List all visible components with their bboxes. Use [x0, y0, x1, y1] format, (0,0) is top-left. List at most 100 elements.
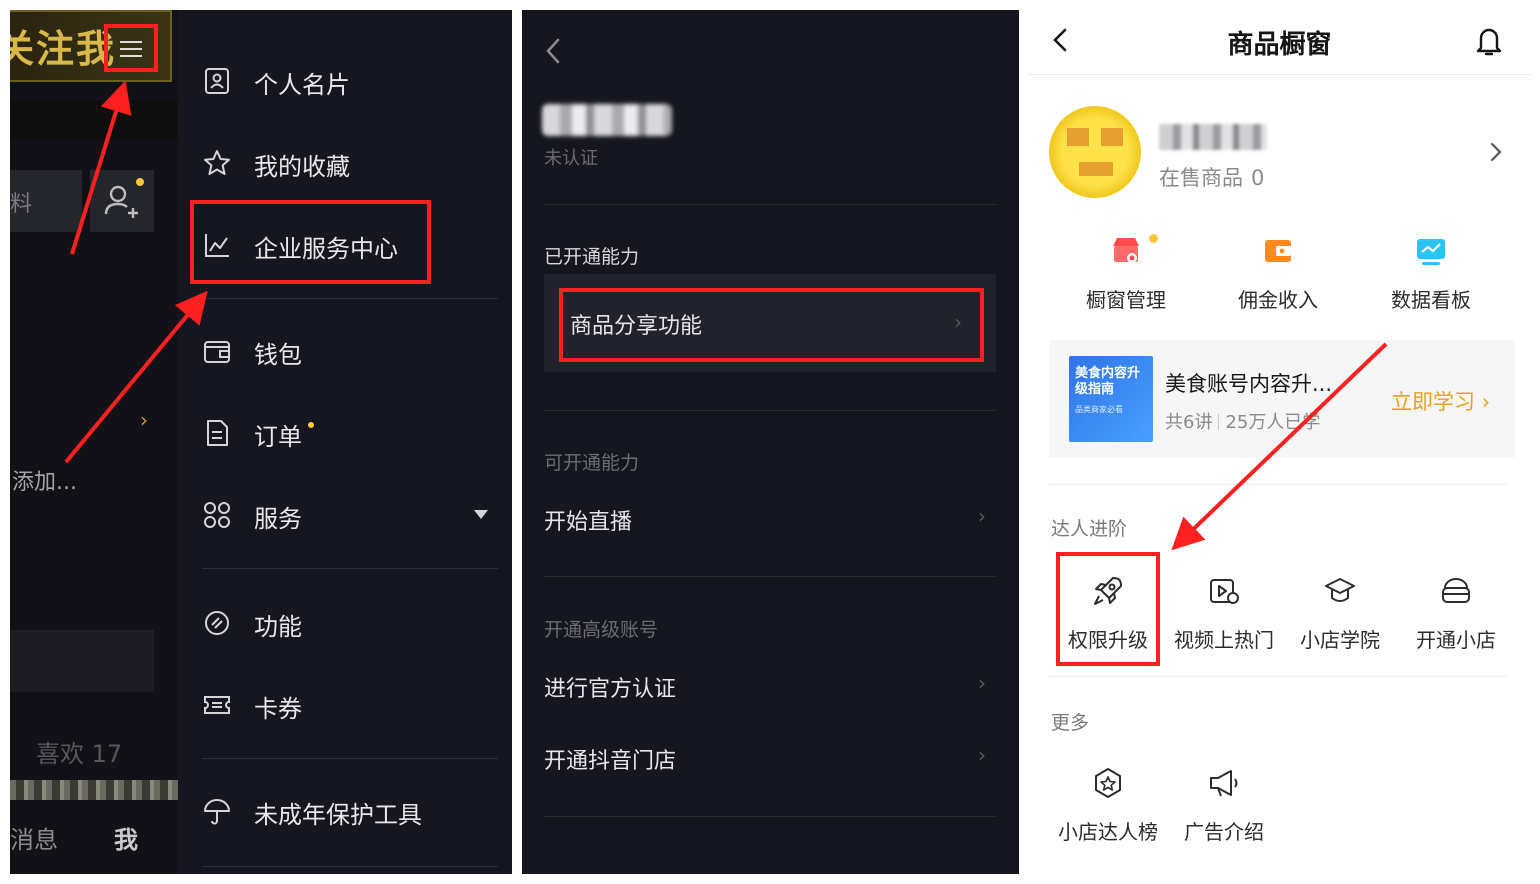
- order-badge-dot: [308, 422, 314, 428]
- add-friend-button[interactable]: [90, 170, 154, 232]
- divider: [202, 866, 498, 867]
- divider: [544, 204, 996, 205]
- blurred-nickname: [1159, 124, 1267, 150]
- order-icon: [207, 420, 228, 446]
- menu-label: 未成年保护工具: [254, 801, 422, 829]
- on-sale-count: 0: [1251, 166, 1265, 190]
- likes-tab[interactable]: 喜欢 17: [36, 734, 122, 769]
- menu-item-orders[interactable]: 订单: [202, 408, 502, 458]
- video-thumbnail-strip: [10, 780, 178, 800]
- section-enabled-abilities: 已开通能力: [544, 246, 640, 268]
- section-available-abilities: 可开通能力: [544, 452, 640, 474]
- avatar-pixel: [1101, 128, 1123, 146]
- feature-label: 小店达人榜: [1058, 820, 1158, 844]
- avatar[interactable]: [1049, 106, 1141, 198]
- section-advance: 达人进阶: [1051, 518, 1128, 540]
- wallet-icon: [204, 341, 230, 363]
- ticket-icon: [204, 696, 230, 714]
- menu-item-coupons[interactable]: 卡券: [202, 680, 502, 730]
- caret-down-icon[interactable]: [474, 510, 488, 519]
- section-more: 更多: [1051, 712, 1090, 734]
- tool-label: 数据看板: [1391, 288, 1471, 312]
- feature-open-store[interactable]: 开通小店: [1398, 574, 1514, 653]
- page-title: 商品橱窗: [1227, 30, 1332, 60]
- highlight-box-permission-upgrade: [1056, 552, 1160, 666]
- add-info-text[interactable]: 添加...: [12, 464, 77, 496]
- menu-label: 服务: [254, 505, 302, 533]
- enterprise-service-panel: 未认证 已开通能力 商品分享功能 › 可开通能力 开始直播 › 开通高级账号 进…: [522, 10, 1019, 874]
- learn-now-button[interactable]: 立即学习 ›: [1391, 386, 1490, 416]
- row-official-verification[interactable]: 进行官方认证: [544, 671, 676, 703]
- verification-status: 未认证: [544, 148, 598, 169]
- course-card[interactable]: 美食内容升级指南 品类商家必看 美食账号内容升... 共6讲 25万人已学 立即学…: [1049, 340, 1515, 458]
- feature-ad-intro[interactable]: 广告介绍: [1166, 766, 1282, 845]
- tool-commission-income[interactable]: 佣金收入: [1218, 232, 1338, 313]
- course-thumbnail: 美食内容升级指南 品类商家必看: [1069, 356, 1153, 442]
- menu-item-profile-card[interactable]: 个人名片: [202, 56, 502, 106]
- learn-now-label: 立即学习: [1391, 390, 1475, 414]
- tool-showcase-management[interactable]: 橱窗管理: [1066, 232, 1186, 313]
- menu-item-wallet[interactable]: 钱包: [202, 326, 502, 376]
- banner-text: 关注我: [10, 27, 117, 71]
- menu-bar: [120, 55, 142, 57]
- tool-badge-dot: [1149, 234, 1158, 243]
- blurred-account-name: [542, 104, 672, 136]
- chevron-right-icon[interactable]: ›: [140, 408, 148, 432]
- video-hot-icon: [1210, 579, 1239, 604]
- add-user-icon: [104, 178, 144, 218]
- product-showcase-panel: 商品橱窗 在售商品 0 橱窗管理 佣金收入 数据看板 美食内容升级指南 品类商家…: [1029, 10, 1530, 874]
- grid-icon: [204, 502, 230, 528]
- tool-label: 佣金收入: [1238, 288, 1318, 312]
- course-thumb-title: 美食内容升级指南: [1075, 366, 1141, 397]
- menu-item-favorites[interactable]: 我的收藏: [202, 138, 502, 188]
- separator: [1218, 414, 1220, 430]
- course-title: 美食账号内容升...: [1165, 372, 1333, 396]
- row-open-douyin-store[interactable]: 开通抖音门店: [544, 743, 676, 775]
- chevron-right-icon: ›: [978, 504, 986, 528]
- menu-item-minor-protection[interactable]: 未成年保护工具: [202, 786, 502, 836]
- ranking-badge-icon: [1095, 768, 1121, 798]
- nav-messages[interactable]: 消息: [10, 820, 58, 855]
- row-product-share-label: 商品分享功能: [570, 314, 703, 339]
- divider: [1049, 676, 1507, 677]
- avatar-pixel: [1067, 128, 1089, 146]
- divider: [202, 568, 498, 569]
- course-thumb-subtitle: 品类商家必看: [1075, 405, 1123, 414]
- open-store-icon: [1442, 578, 1470, 603]
- highlight-box-enterprise: [190, 200, 431, 284]
- douyin-side-menu-panel: 关注我 料 › 添加... 喜欢 17 消息 我 个人名片 我的收藏 企业服务中…: [10, 10, 512, 874]
- feature-label: 广告介绍: [1184, 820, 1264, 844]
- chevron-right-icon[interactable]: [1489, 140, 1503, 164]
- menu-label: 个人名片: [254, 71, 350, 99]
- shop-manage-icon: [1113, 238, 1139, 263]
- bell-icon[interactable]: [1473, 24, 1505, 58]
- chevron-right-icon: ›: [1481, 390, 1491, 414]
- feature-store-academy[interactable]: 小店学院: [1282, 574, 1398, 653]
- divider: [544, 410, 996, 411]
- hamburger-menu-button[interactable]: [104, 24, 158, 72]
- star-icon: [204, 150, 230, 175]
- menu-item-functions[interactable]: 功能: [202, 598, 502, 648]
- menu-item-services[interactable]: 服务: [202, 490, 502, 540]
- feature-store-ranking[interactable]: 小店达人榜: [1050, 766, 1166, 845]
- edit-profile-label: 料: [10, 192, 33, 217]
- chevron-right-icon: ›: [954, 310, 962, 334]
- menu-label: 订单: [254, 423, 302, 451]
- edit-profile-tab[interactable]: 料: [10, 170, 82, 232]
- divider: [1049, 484, 1507, 485]
- tool-label: 橱窗管理: [1086, 288, 1166, 312]
- chevron-right-icon: ›: [978, 743, 986, 767]
- back-arrow-icon[interactable]: [540, 36, 566, 66]
- menu-label: 功能: [254, 613, 302, 641]
- feature-video-hot[interactable]: 视频上热门: [1166, 574, 1282, 653]
- on-sale-label: 在售商品: [1159, 166, 1243, 190]
- row-start-live[interactable]: 开始直播: [544, 504, 632, 536]
- data-board-icon: [1417, 239, 1445, 265]
- nav-me[interactable]: 我: [114, 820, 138, 855]
- tool-data-board[interactable]: 数据看板: [1371, 232, 1491, 313]
- menu-label: 我的收藏: [254, 153, 350, 181]
- menu-bar: [120, 41, 142, 43]
- divider: [202, 758, 498, 759]
- blurred-header-row: [10, 100, 178, 140]
- menu-label: 钱包: [254, 341, 302, 369]
